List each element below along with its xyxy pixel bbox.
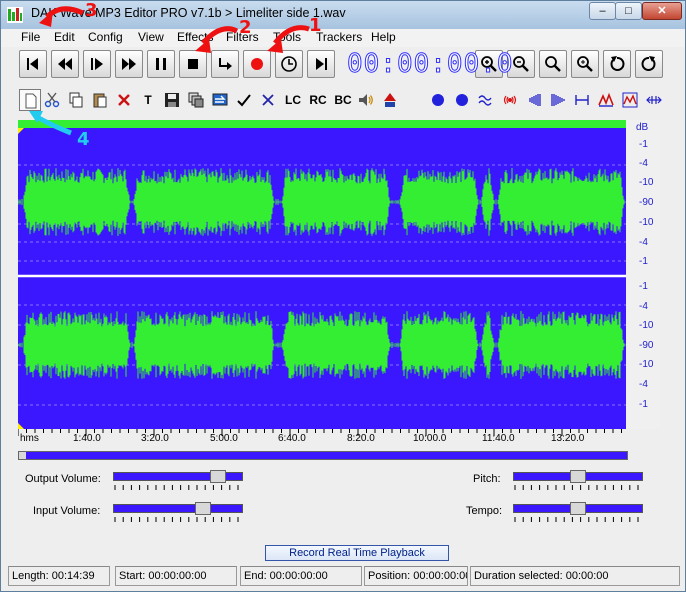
app-window: DAK Wave MP3 Editor PRO v7.1b > Limelite… [0, 0, 686, 592]
input-volume-slider[interactable] [113, 502, 243, 515]
input-volume-ticks [114, 517, 239, 522]
tempo-slider[interactable] [513, 502, 643, 515]
annotation-label-1: 1 [309, 15, 322, 36]
annotation-arrow-4 [35, 114, 72, 136]
record-real-time-playback-button[interactable]: Record Real Time Playback [265, 545, 449, 561]
time-ruler-ticks [18, 429, 622, 436]
db-label: -10 [639, 177, 654, 188]
status-end: End: 00:00:00:00 [240, 566, 362, 586]
time-ruler-label: 1:40.0 [73, 433, 101, 444]
tempo-label: Tempo: [466, 505, 503, 517]
annotation-arrowhead-3 [39, 11, 53, 27]
pitch-ticks [514, 485, 639, 490]
time-ruler: hms 1:40.0 3:20.0 5:00.0 6:40.0 8:20.0 1… [18, 429, 628, 449]
db-label: -4 [639, 379, 648, 390]
pitch-thumb[interactable] [570, 470, 586, 483]
db-label: -4 [639, 301, 648, 312]
output-volume-ticks [114, 485, 239, 490]
waveform-display[interactable] [18, 128, 626, 429]
scrollbar-thumb[interactable] [19, 452, 26, 459]
output-volume-slider[interactable] [113, 470, 243, 483]
db-label: -10 [639, 320, 654, 331]
output-volume-thumb[interactable] [210, 470, 226, 483]
time-ruler-label: 5:00.0 [210, 433, 238, 444]
db-label: -10 [639, 359, 654, 370]
status-duration-selected: Duration selected: 00:00:00 [470, 566, 680, 586]
annotation-label-2: 2 [239, 17, 252, 38]
time-ruler-label: 13:20.0 [551, 433, 585, 444]
time-ruler-label: 11:40.0 [482, 433, 515, 444]
db-label: -10 [639, 217, 654, 228]
time-ruler-label: 10:00.0 [413, 433, 447, 444]
time-ruler-label: 6:40.0 [278, 433, 306, 444]
db-label: -1 [639, 256, 648, 267]
db-label: -1 [639, 281, 648, 292]
output-volume-label: Output Volume: [25, 473, 101, 485]
status-bar: Length: 00:14:39 Start: 00:00:00:00 End:… [1, 564, 685, 588]
input-volume-thumb[interactable] [195, 502, 211, 515]
annotation-overlay [29, 6, 310, 136]
db-label: -90 [639, 340, 654, 351]
status-start: Start: 00:00:00:00 [115, 566, 237, 586]
time-ruler-label: 8:20.0 [347, 433, 375, 444]
db-label: -4 [639, 237, 648, 248]
status-length: Length: 00:14:39 [8, 566, 110, 586]
input-volume-label: Input Volume: [33, 505, 101, 517]
annotation-label-4: 4 [77, 129, 90, 150]
tempo-ticks [514, 517, 639, 522]
pitch-slider[interactable] [513, 470, 643, 483]
db-label: -90 [639, 197, 654, 208]
pitch-label: Pitch: [473, 473, 501, 485]
time-ruler-label: 3:20.0 [141, 433, 169, 444]
time-ruler-label: hms [20, 433, 39, 444]
status-position: Position: 00:00:00:00 [364, 566, 468, 586]
tempo-thumb[interactable] [570, 502, 586, 515]
annotation-label-3: 3 [85, 0, 98, 21]
waveform-scrollbar[interactable] [18, 451, 628, 460]
db-label: -1 [639, 399, 648, 410]
